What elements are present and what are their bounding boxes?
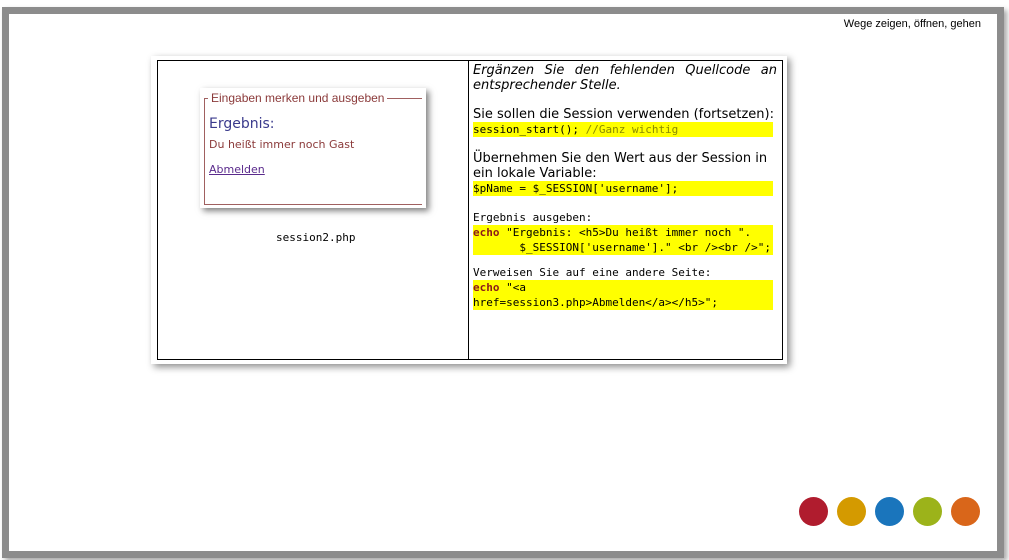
step4-code-line1: "<a (499, 281, 526, 294)
step3-code-line1: "Ergebnis: <h5>Du heißt immer noch ". (499, 226, 752, 239)
logout-link[interactable]: Abmelden (209, 163, 265, 176)
brand-dots (799, 497, 980, 526)
green-dot (913, 497, 942, 526)
step1-text: Sie sollen die Session verwenden (fortse… (473, 107, 774, 122)
instructions-cell: Ergänzen Sie den fehlenden Quellcode an … (469, 61, 782, 359)
step2-text: Übernehmen Sie den Wert aus der Session … (473, 151, 768, 181)
fieldset-legend: Eingaben merken und ausgeben (208, 91, 388, 105)
intro-text: Ergänzen Sie den fehlenden Quellcode an … (473, 63, 777, 93)
step2-code: $pName = $_SESSION['username']; (473, 181, 773, 196)
step4-code-line2: href=session3.php>Abmelden</a></h5>"; (473, 296, 719, 309)
fieldset (204, 98, 422, 205)
gold-dot (837, 497, 866, 526)
orange-dot (951, 497, 980, 526)
content-card: Eingaben merken und ausgeben Ergebnis: D… (151, 56, 787, 364)
step3-text: Ergebnis ausgeben: (473, 211, 593, 224)
step4-keyword: echo (473, 281, 500, 294)
step3-code-line2: $_SESSION['username']." <br /><br />"; (473, 241, 772, 254)
slide-header: Wege zeigen, öffnen, gehen (843, 18, 981, 30)
step1-comment: //Ganz wichtig (578, 123, 679, 136)
blue-dot (875, 497, 904, 526)
file-caption: session2.php (276, 231, 356, 244)
step4-text: Verweisen Sie auf eine andere Seite: (473, 266, 712, 279)
demo-cell: Eingaben merken und ausgeben Ergebnis: D… (158, 61, 469, 359)
result-heading: Ergebnis: (209, 116, 275, 132)
red-dot (799, 497, 828, 526)
step4-code: echo "<a href=session3.php>Abmelden</a><… (473, 280, 773, 310)
result-text: Du heißt immer noch Gast (209, 138, 355, 151)
demo-browser-panel: Eingaben merken und ausgeben Ergebnis: D… (200, 88, 426, 208)
content-table: Eingaben merken und ausgeben Ergebnis: D… (157, 60, 783, 360)
step1-code-main: session_start(); (473, 123, 579, 136)
step3-code: echo "Ergebnis: <h5>Du heißt immer noch … (473, 225, 773, 255)
step1-code: session_start(); //Ganz wichtig (473, 122, 773, 137)
step3-keyword: echo (473, 226, 500, 239)
